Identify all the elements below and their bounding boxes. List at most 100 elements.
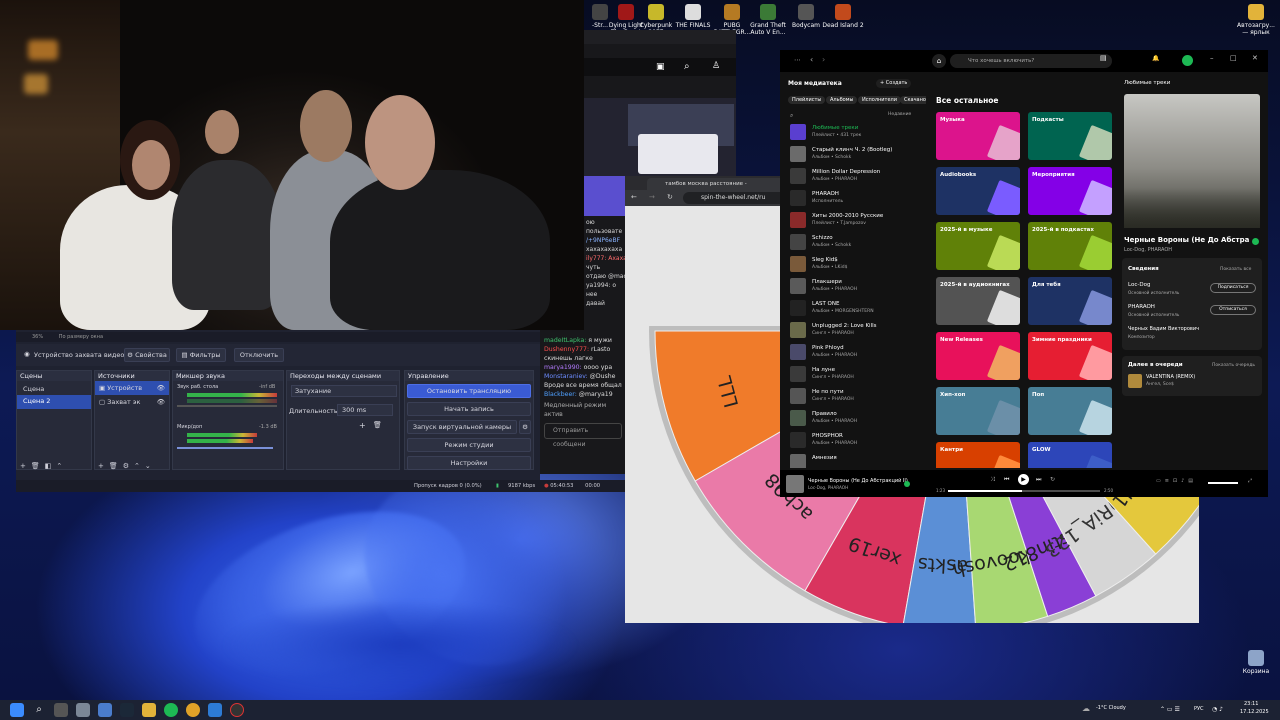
back-icon[interactable]: ‹ bbox=[810, 55, 813, 64]
avatar[interactable] bbox=[1182, 55, 1193, 66]
user-icon[interactable]: ♙ bbox=[712, 61, 720, 71]
unfollow-button[interactable]: Отписаться bbox=[1210, 305, 1256, 315]
chrome-app-icon[interactable] bbox=[186, 703, 200, 717]
bell-icon[interactable]: 🔔 bbox=[1152, 55, 1159, 62]
library-item[interactable]: PHARAOH Исполнитель bbox=[786, 188, 926, 208]
category-tile[interactable]: GLOW bbox=[1028, 442, 1112, 468]
language-indicator[interactable]: РУС bbox=[1194, 706, 1204, 712]
category-tile[interactable]: Audiobooks bbox=[936, 167, 1020, 215]
scene-item[interactable]: Сцена bbox=[17, 381, 91, 395]
library-item[interactable]: PHOSPHOR Альбом • PHARAOH bbox=[786, 430, 926, 450]
library-item[interactable]: Любимые треки Плейлист • 431 трек bbox=[786, 122, 926, 142]
forward-icon[interactable]: › bbox=[822, 55, 825, 64]
studio-mode-button[interactable]: Режим студии bbox=[407, 438, 531, 452]
browse-icon[interactable]: ▤ bbox=[1100, 54, 1107, 62]
close-icon[interactable]: ✕ bbox=[1252, 54, 1258, 62]
category-tile[interactable]: Хип-хоп bbox=[936, 387, 1020, 435]
shuffle-icon[interactable]: ⤨ bbox=[990, 476, 995, 484]
library-item[interactable]: Schizzo Альбом • Schokk bbox=[786, 232, 926, 252]
reload-icon[interactable]: ↻ bbox=[667, 193, 673, 201]
eye-icon[interactable]: 👁 bbox=[157, 398, 165, 406]
library-search-icon[interactable]: ⌕ bbox=[790, 112, 793, 120]
library-item[interactable]: Sleg Kid$ Альбом • LKid$ bbox=[786, 254, 926, 274]
repeat-icon[interactable]: ↻ bbox=[1050, 476, 1055, 483]
forward-icon[interactable]: → bbox=[649, 193, 655, 201]
scene-item-selected[interactable]: Сцена 2 bbox=[17, 395, 91, 409]
menu-icon[interactable]: ⋯ bbox=[794, 56, 801, 64]
fullscreen-icon[interactable]: ⤢ bbox=[1248, 478, 1252, 484]
trash-icon[interactable]: 🗑 bbox=[373, 421, 382, 429]
properties-button[interactable]: ⚙ Свойства bbox=[124, 348, 170, 362]
filter-chip[interactable]: Скачано bbox=[900, 96, 926, 104]
queue-track[interactable]: VALENTINA (REMIX) bbox=[1146, 374, 1195, 380]
maximize-icon[interactable]: □ bbox=[1230, 54, 1237, 62]
library-item[interactable]: Хиты 2000-2010 Русские Плейлист • T.Jampo… bbox=[786, 210, 926, 230]
desktop-icon-recycle-bin[interactable]: Корзина bbox=[1234, 650, 1278, 675]
desktop-icon-autostart[interactable]: Автозагру... — ярлык bbox=[1234, 4, 1278, 36]
virtual-camera-settings-icon[interactable]: ⚙ bbox=[519, 420, 531, 434]
layout-icon[interactable]: ▣ bbox=[656, 62, 665, 72]
back-icon[interactable]: ← bbox=[631, 193, 637, 201]
library-item[interactable]: Unplugged 2: Love Kills Сингл • PHARAOH bbox=[786, 320, 926, 340]
category-tile[interactable]: New Releases bbox=[936, 332, 1020, 380]
category-tile[interactable]: Зимние праздники bbox=[1028, 332, 1112, 380]
library-item[interactable]: Амнезия bbox=[786, 452, 926, 468]
now-playing-artist[interactable]: Loc-Dog, PHARAOH bbox=[1124, 247, 1172, 253]
library-item[interactable]: LAST ONE Альбом • MORGENSHTERN bbox=[786, 298, 926, 318]
sort-label[interactable]: Недавние bbox=[888, 112, 911, 117]
filter-chip[interactable]: Исполнители bbox=[858, 96, 901, 104]
steam-app-icon[interactable] bbox=[120, 703, 134, 717]
player-title[interactable]: Черные Вороны (Не До Абстракций II) bbox=[808, 478, 908, 484]
category-tile[interactable]: Музыка bbox=[936, 112, 1020, 160]
category-tile[interactable]: 2025-й в подкастах bbox=[1028, 222, 1112, 270]
credit-name[interactable]: Loc-Dog bbox=[1128, 282, 1150, 288]
source-item[interactable]: ▣ Устройств 👁 bbox=[95, 381, 169, 395]
obs-app-icon[interactable] bbox=[230, 703, 244, 717]
saved-check-icon[interactable] bbox=[1252, 238, 1259, 245]
sources-toolbar[interactable]: +🗑⚙⌃⌄ bbox=[98, 462, 156, 470]
task-view-icon[interactable] bbox=[54, 703, 68, 717]
previous-icon[interactable]: ⏮ bbox=[1004, 476, 1009, 484]
library-item[interactable]: Million Dollar Depression Альбом • PHARAO… bbox=[786, 166, 926, 186]
home-icon[interactable]: ⌂ bbox=[932, 54, 946, 68]
follow-button[interactable]: Подписаться bbox=[1210, 283, 1256, 293]
open-queue-link[interactable]: Показать очередь bbox=[1212, 363, 1255, 368]
clock-time[interactable]: 23:11 bbox=[1244, 701, 1258, 707]
spotify-search-input[interactable]: Что хочешь включить? bbox=[950, 54, 1112, 68]
library-item[interactable]: Старый клинч Ч. 2 (Bootleg) Альбом • Scho… bbox=[786, 144, 926, 164]
transition-select[interactable]: Затухание bbox=[291, 385, 397, 397]
player-artist[interactable]: Loc-Dog, PHARAOH bbox=[808, 485, 848, 490]
settings-app-icon[interactable] bbox=[76, 703, 90, 717]
volume-slider[interactable] bbox=[1208, 482, 1238, 484]
source-item[interactable]: ▢ Захват эк 👁 bbox=[95, 395, 169, 409]
gallery-app-icon[interactable] bbox=[98, 703, 112, 717]
credit-name[interactable]: PHARAOH bbox=[1128, 304, 1155, 310]
search-icon[interactable]: ⌕ bbox=[684, 61, 690, 72]
library-item[interactable]: На луне Сингл • PHARAOH bbox=[786, 364, 926, 384]
start-record-button[interactable]: Начать запись bbox=[407, 402, 531, 416]
filter-chip[interactable]: Альбомы bbox=[826, 96, 858, 104]
library-item[interactable]: Не по пути Сингл • PHARAOH bbox=[786, 386, 926, 406]
now-playing-title[interactable]: Черные Вороны (Не До Абстра bbox=[1124, 236, 1249, 244]
progress-bar[interactable] bbox=[948, 490, 1100, 492]
weather-text[interactable]: -1°C Cloudy bbox=[1096, 705, 1126, 711]
category-tile[interactable]: 2025-й в музыке bbox=[936, 222, 1020, 270]
library-item[interactable]: Pink Phloyd Альбом • PHARAOH bbox=[786, 342, 926, 362]
category-tile[interactable]: Для тебя bbox=[1028, 277, 1112, 325]
category-tile[interactable]: 2025-й в аудиокнигах bbox=[936, 277, 1020, 325]
library-item[interactable]: Плакшери Альбом • PHARAOH bbox=[786, 276, 926, 296]
saved-check-icon[interactable] bbox=[904, 481, 910, 487]
create-button[interactable]: + Создать bbox=[876, 79, 912, 88]
explorer-app-icon[interactable] bbox=[142, 703, 156, 717]
play-button[interactable]: ▶ bbox=[1018, 474, 1029, 485]
filter-chip[interactable]: Плейлисты bbox=[788, 96, 826, 104]
minimize-icon[interactable]: – bbox=[1210, 54, 1214, 62]
next-icon[interactable]: ⏭ bbox=[1036, 476, 1041, 484]
desktop-icon-dead-island[interactable]: Dead Island 2 bbox=[821, 4, 865, 29]
app-icon[interactable] bbox=[208, 703, 222, 717]
credits-show-all[interactable]: Показать все bbox=[1220, 267, 1251, 272]
spotify-app-icon[interactable] bbox=[164, 703, 178, 717]
virtual-camera-button[interactable]: Запуск виртуальной камеры bbox=[407, 420, 517, 434]
add-icon[interactable]: + bbox=[359, 421, 366, 430]
clock-date[interactable]: 17.12.2025 bbox=[1240, 709, 1269, 715]
